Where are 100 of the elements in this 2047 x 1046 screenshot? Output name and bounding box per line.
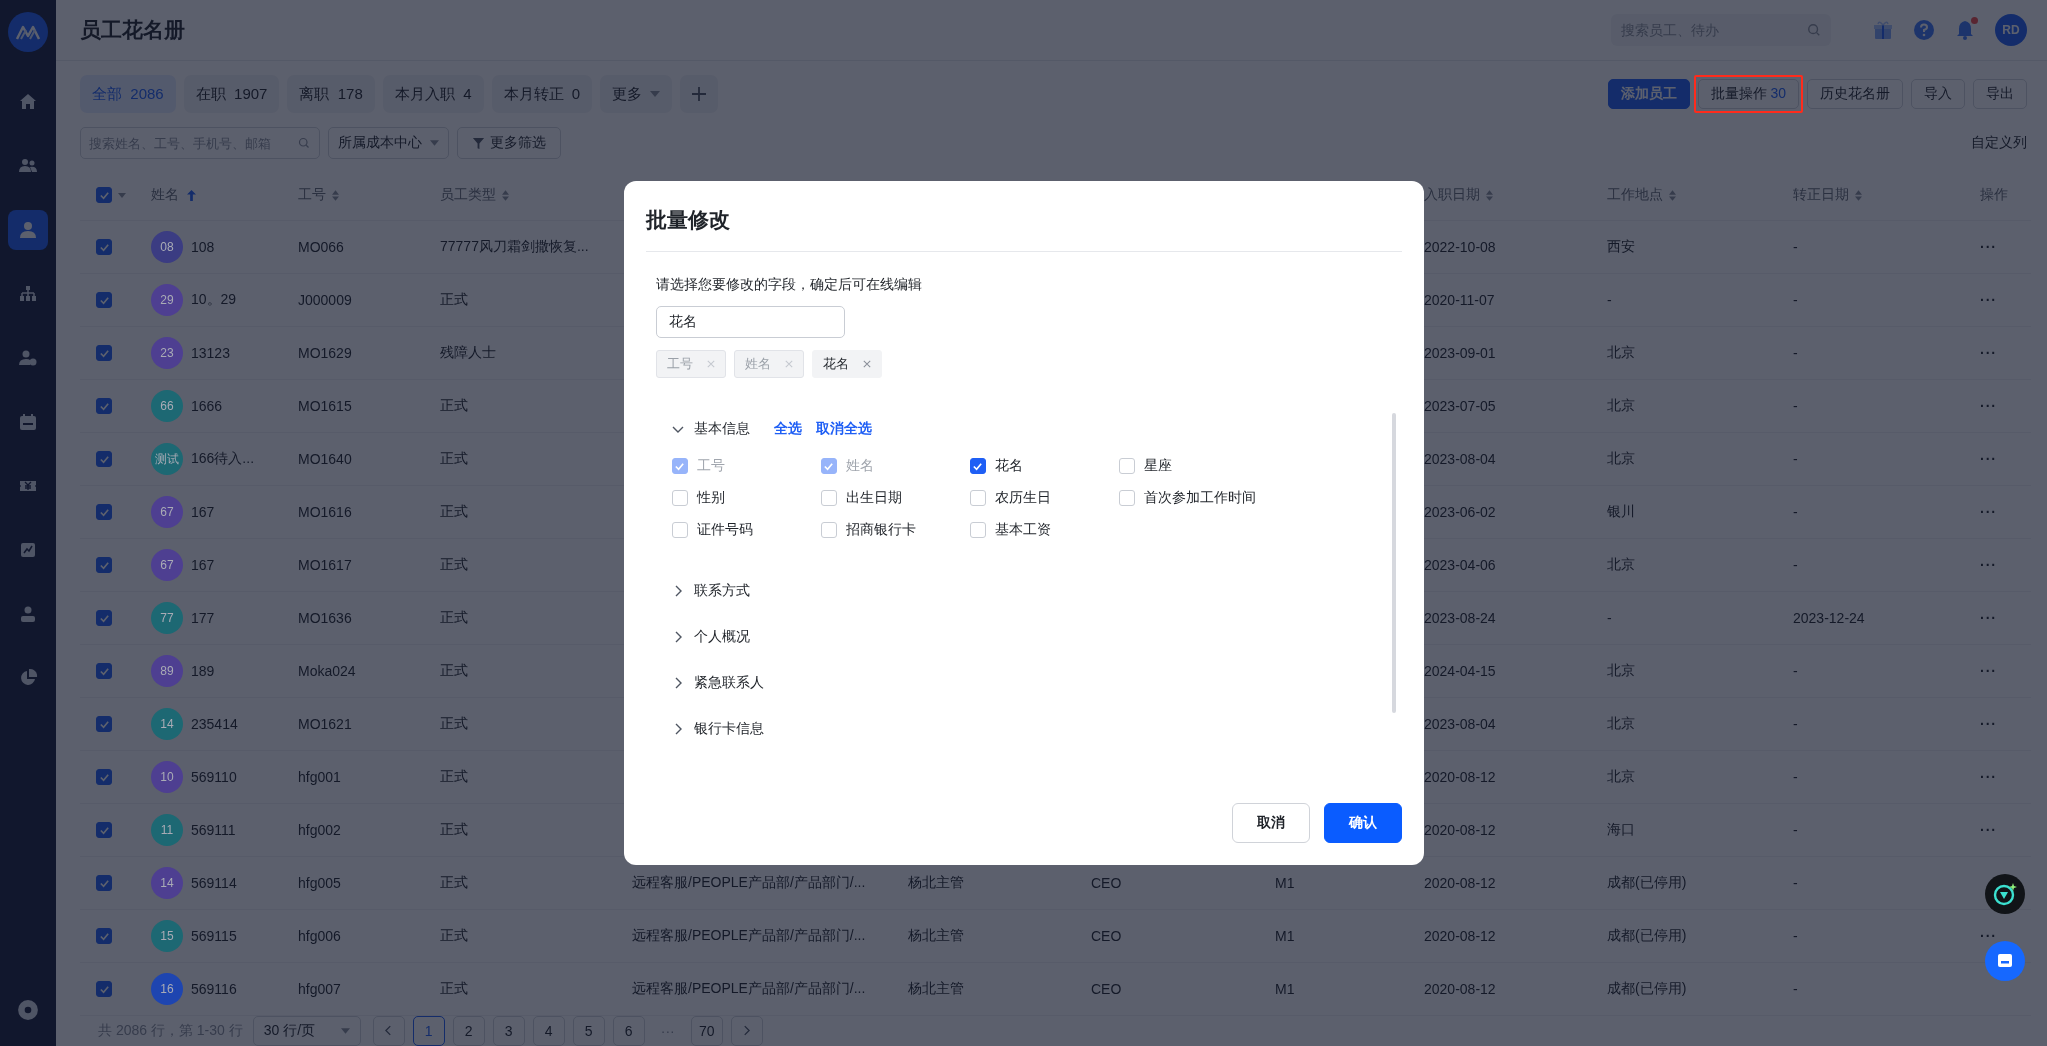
search-icon: [1807, 23, 1821, 38]
more-actions-button[interactable]: ···: [1980, 769, 1997, 786]
field-search-input[interactable]: 花名: [655, 306, 845, 338]
row-checkbox[interactable]: [96, 822, 112, 839]
logo-icon[interactable]: [8, 12, 48, 52]
select-link[interactable]: 取消全选: [815, 420, 872, 438]
settings-icon[interactable]: [17, 999, 39, 1021]
row-checkbox[interactable]: [96, 981, 112, 998]
help-icon[interactable]: [1913, 19, 1935, 42]
table-cell: 杨北主管: [908, 980, 964, 999]
more-filters-button[interactable]: 更多筛选: [457, 127, 561, 160]
page-button[interactable]: 3: [492, 1015, 525, 1046]
previous-page-button[interactable]: [372, 1015, 405, 1046]
table-cell: 正式: [440, 556, 468, 575]
check-icon: [98, 241, 110, 253]
caret-icon[interactable]: [118, 192, 126, 198]
more-actions-button[interactable]: ···: [1980, 398, 1997, 415]
sort-icon[interactable]: [1855, 189, 1862, 201]
more-actions-button[interactable]: ···: [1980, 451, 1997, 468]
row-checkbox[interactable]: [96, 769, 112, 786]
more-actions-button[interactable]: ···: [1980, 716, 1997, 733]
select-all-checkbox[interactable]: [96, 187, 112, 204]
scrollbar[interactable]: [1391, 413, 1396, 713]
more-actions-button[interactable]: ···: [1980, 345, 1997, 362]
more-actions-button[interactable]: ···: [1980, 504, 1997, 521]
section-title[interactable]: 个人概况: [693, 628, 750, 646]
sort-icon[interactable]: [502, 189, 509, 201]
check-icon: [98, 400, 110, 412]
row-checkbox[interactable]: [96, 451, 112, 468]
page-button[interactable]: 2: [452, 1015, 485, 1046]
section-title[interactable]: 紧急联系人: [693, 674, 764, 692]
page-button[interactable]: 5: [572, 1015, 605, 1046]
row-checkbox[interactable]: [96, 345, 112, 362]
profile-icon: [18, 604, 38, 624]
table-cell: -: [1793, 451, 1798, 468]
check-icon: [972, 460, 983, 472]
row-checkbox[interactable]: [96, 239, 112, 256]
page-button[interactable]: 4: [532, 1015, 565, 1046]
filter-tab[interactable]: 在职 1907: [183, 75, 280, 114]
more-tab[interactable]: 更多: [600, 75, 673, 114]
sidebar-item[interactable]: [8, 210, 48, 250]
row-checkbox[interactable]: [96, 663, 112, 680]
confirm-button[interactable]: 确认: [1323, 803, 1402, 843]
close-icon[interactable]: [862, 360, 871, 368]
table-cell: 2023-06-02: [1424, 504, 1496, 521]
row-checkbox[interactable]: [96, 928, 112, 945]
action-button[interactable]: 导出: [1973, 79, 2027, 110]
row-checkbox[interactable]: [96, 557, 112, 574]
assistant-icon[interactable]: [1985, 874, 2025, 914]
filter-tab[interactable]: 本月入职 4: [382, 75, 484, 114]
gift-icon[interactable]: [1872, 19, 1894, 42]
sort-ascending-icon[interactable]: [187, 189, 196, 201]
section-title[interactable]: 基本信息: [693, 420, 750, 438]
more-actions-button[interactable]: ···: [1980, 557, 1997, 574]
filter-tab[interactable]: 离职 178: [287, 75, 375, 114]
table-cell: 正式: [440, 927, 468, 946]
chat-icon[interactable]: [1985, 941, 2025, 981]
row-checkbox[interactable]: [96, 875, 112, 892]
page-button[interactable]: 6: [612, 1015, 645, 1046]
table-cell: 正式: [440, 397, 468, 416]
sort-icon[interactable]: [1486, 189, 1493, 201]
more-actions-button[interactable]: ···: [1980, 928, 1997, 945]
table-cell: 西安: [1607, 238, 1635, 257]
customize-columns-link[interactable]: 自定义列: [1971, 134, 2027, 153]
table-cell: 北京: [1607, 662, 1635, 681]
section-title[interactable]: 联系方式: [693, 582, 750, 600]
action-button[interactable]: 批量操作 30: [1697, 79, 1799, 110]
more-actions-button[interactable]: ···: [1980, 610, 1997, 627]
field-checkbox[interactable]: [969, 458, 986, 474]
row-checkbox[interactable]: [96, 504, 112, 521]
filter-tab[interactable]: 本月转正 0: [491, 75, 593, 114]
more-actions-button[interactable]: ···: [1980, 663, 1997, 680]
cancel-button[interactable]: 取消: [1231, 803, 1310, 843]
page-button[interactable]: 70: [690, 1015, 723, 1046]
section-title[interactable]: 银行卡信息: [693, 720, 764, 738]
sort-icon[interactable]: [1669, 189, 1676, 201]
more-actions-button[interactable]: ···: [1980, 239, 1997, 256]
page-button[interactable]: 1: [412, 1015, 445, 1046]
next-page-button[interactable]: [730, 1015, 763, 1046]
row-checkbox[interactable]: [96, 716, 112, 733]
action-button[interactable]: 导入: [1911, 79, 1965, 110]
table-cell: -: [1793, 822, 1798, 839]
table-cell: 569111: [191, 822, 236, 839]
sort-icon[interactable]: [332, 189, 339, 201]
filter-tab[interactable]: 全部 2086: [80, 75, 176, 114]
page-size-dropdown[interactable]: 30 行/页: [252, 1015, 361, 1046]
user-avatar[interactable]: RD: [1995, 14, 2027, 47]
cost-center-dropdown[interactable]: 所属成本中心: [328, 127, 449, 160]
row-checkbox[interactable]: [96, 292, 112, 309]
table-cell: 2020-08-12: [1424, 928, 1496, 945]
select-link[interactable]: 全选: [773, 420, 802, 438]
action-button[interactable]: 历史花名册: [1807, 79, 1903, 110]
more-actions-button[interactable]: ···: [1980, 292, 1997, 309]
field-label: 花名: [994, 457, 1023, 475]
action-button[interactable]: 添加员工: [1607, 79, 1690, 110]
table-cell: -: [1793, 981, 1798, 998]
more-actions-button[interactable]: ···: [1980, 822, 1997, 839]
row-checkbox[interactable]: [96, 398, 112, 415]
add-tab-button[interactable]: [680, 75, 719, 114]
row-checkbox[interactable]: [96, 610, 112, 627]
